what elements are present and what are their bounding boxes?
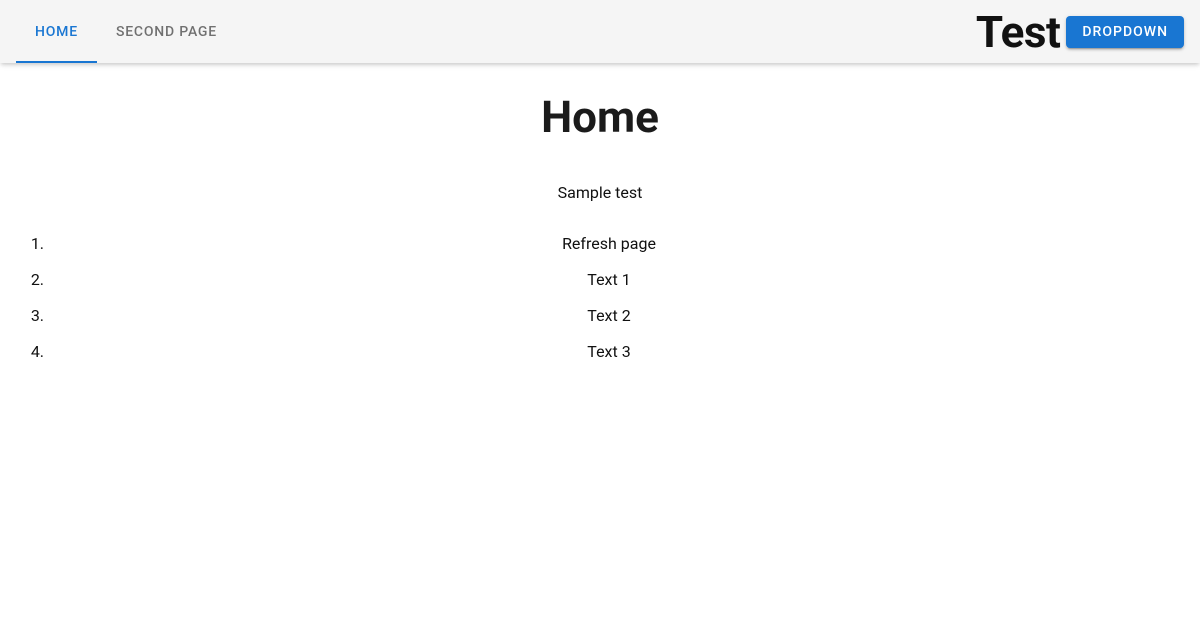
main-content: Home Sample test Refresh page Text 1 Tex… <box>0 63 1200 370</box>
tab-home[interactable]: Home <box>16 0 97 63</box>
page-subtitle: Sample test <box>30 183 1170 202</box>
dropdown-button[interactable]: Dropdown <box>1066 16 1184 48</box>
list-item: Text 2 <box>48 298 1170 334</box>
appbar: Home Second Page Test Dropdown <box>0 0 1200 63</box>
list-item: Refresh page <box>48 226 1170 262</box>
list-item-text: Refresh page <box>48 226 1170 262</box>
tab-label: Home <box>35 24 78 40</box>
page-title: Home <box>30 91 1170 143</box>
tabs: Home Second Page <box>16 0 236 63</box>
list-item-text: Text 1 <box>48 262 1170 298</box>
tab-second-page[interactable]: Second Page <box>97 0 236 63</box>
list-item-text: Text 3 <box>48 334 1170 370</box>
list-item: Text 1 <box>48 262 1170 298</box>
tab-label: Second Page <box>116 24 217 40</box>
brand-title: Test <box>976 6 1067 58</box>
list-item: Text 3 <box>48 334 1170 370</box>
list-item-text: Text 2 <box>48 298 1170 334</box>
ordered-list: Refresh page Text 1 Text 2 Text 3 <box>30 226 1170 370</box>
